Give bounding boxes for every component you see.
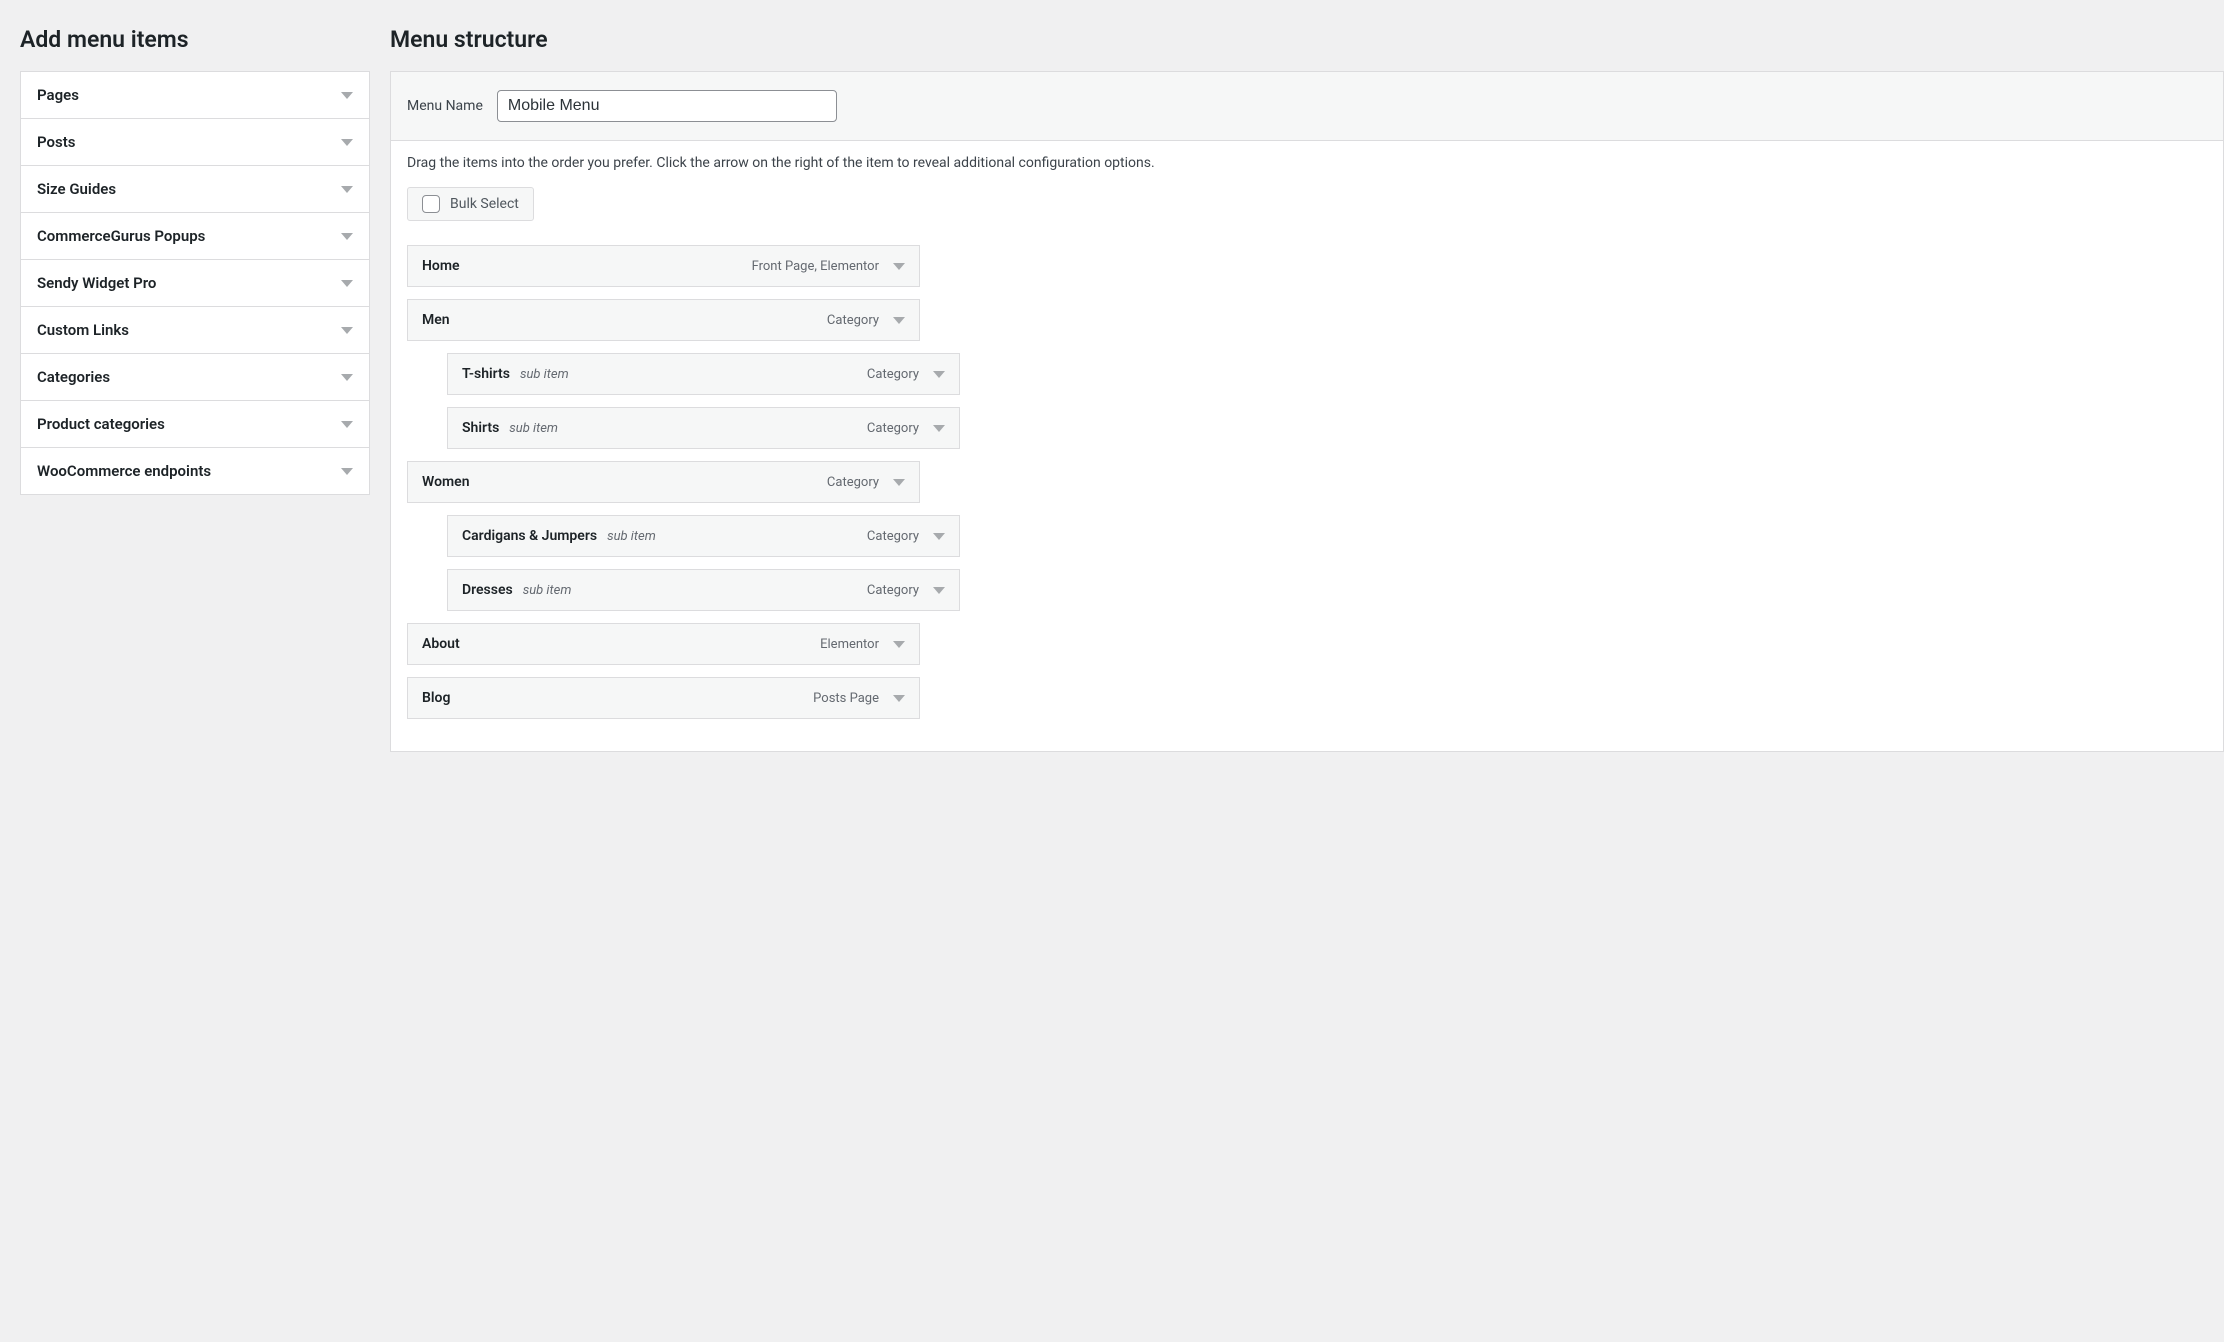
bulk-select-toggle[interactable]: Bulk Select	[407, 187, 534, 221]
menu-item[interactable]: Women Category	[407, 461, 920, 503]
bulk-select-checkbox[interactable]	[422, 195, 440, 213]
sub-item-label: sub item	[607, 529, 656, 544]
menu-item-left: Dresses sub item	[462, 582, 571, 598]
chevron-down-icon	[341, 280, 353, 287]
menu-item-type: Category	[867, 367, 919, 382]
accordion-item[interactable]: Categories	[21, 354, 369, 401]
accordion-item-label: Product categories	[37, 415, 165, 433]
menu-name-label: Menu Name	[407, 98, 483, 114]
menu-item-type: Front Page, Elementor	[752, 259, 879, 274]
menu-item-left: Home	[422, 258, 460, 274]
chevron-down-icon[interactable]	[893, 641, 905, 648]
bulk-select-label: Bulk Select	[450, 196, 519, 212]
menu-item-title: Shirts	[462, 420, 499, 436]
menu-item-type: Category	[867, 583, 919, 598]
accordion-item-label: Posts	[37, 133, 75, 151]
accordion-item-label: CommerceGurus Popups	[37, 227, 205, 245]
menu-item-type: Category	[867, 529, 919, 544]
accordion-item-label: Categories	[37, 368, 110, 386]
menu-item-left: Cardigans & Jumpers sub item	[462, 528, 656, 544]
menu-item[interactable]: Men Category	[407, 299, 920, 341]
chevron-down-icon	[341, 421, 353, 428]
menu-item-right: Category	[867, 367, 945, 382]
menu-item-title: Cardigans & Jumpers	[462, 528, 597, 544]
menu-item-title: Home	[422, 258, 460, 274]
menu-item-left: T-shirts sub item	[462, 366, 569, 382]
chevron-down-icon[interactable]	[893, 479, 905, 486]
menu-item-title: Dresses	[462, 582, 513, 598]
menu-item[interactable]: T-shirts sub item Category	[447, 353, 960, 395]
menu-item-right: Elementor	[820, 637, 905, 652]
menu-name-input[interactable]	[497, 90, 837, 122]
chevron-down-icon	[341, 233, 353, 240]
menu-item-type: Posts Page	[813, 691, 879, 706]
menu-item[interactable]: Cardigans & Jumpers sub item Category	[447, 515, 960, 557]
instructions-text: Drag the items into the order you prefer…	[407, 155, 2207, 171]
add-items-heading: Add menu items	[20, 26, 370, 53]
chevron-down-icon	[341, 374, 353, 381]
menu-item-right: Posts Page	[813, 691, 905, 706]
menu-item-title: About	[422, 636, 460, 652]
chevron-down-icon[interactable]	[893, 695, 905, 702]
accordion-item-label: Sendy Widget Pro	[37, 274, 156, 292]
menu-item-left: Blog	[422, 690, 450, 706]
chevron-down-icon	[341, 139, 353, 146]
accordion-item-label: Custom Links	[37, 321, 129, 339]
menu-item-left: Men	[422, 312, 450, 328]
menu-item-right: Category	[867, 529, 945, 544]
menu-structure-heading: Menu structure	[390, 26, 2224, 53]
accordion-item[interactable]: Posts	[21, 119, 369, 166]
accordion-item[interactable]: WooCommerce endpoints	[21, 448, 369, 494]
menu-tree: HomeFront Page, ElementorMenCategoryT-sh…	[407, 245, 967, 719]
chevron-down-icon[interactable]	[933, 587, 945, 594]
accordion-item[interactable]: Product categories	[21, 401, 369, 448]
menu-item-title: Men	[422, 312, 450, 328]
accordion-item[interactable]: Custom Links	[21, 307, 369, 354]
accordion-item[interactable]: Size Guides	[21, 166, 369, 213]
sub-item-label: sub item	[509, 421, 558, 436]
menu-item-title: Women	[422, 474, 470, 490]
menu-item-right: Category	[867, 421, 945, 436]
menu-item-left: Shirts sub item	[462, 420, 558, 436]
menu-item-left: Women	[422, 474, 470, 490]
accordion-item[interactable]: Pages	[21, 72, 369, 119]
menu-structure-panel: Menu Name Drag the items into the order …	[390, 71, 2224, 752]
sub-item-label: sub item	[520, 367, 569, 382]
sub-item-label: sub item	[523, 583, 572, 598]
chevron-down-icon	[341, 186, 353, 193]
chevron-down-icon[interactable]	[933, 371, 945, 378]
menu-item-right: Category	[827, 475, 905, 490]
menu-item[interactable]: Dresses sub item Category	[447, 569, 960, 611]
menu-item-right: Front Page, Elementor	[752, 259, 905, 274]
chevron-down-icon	[341, 327, 353, 334]
menu-item-title: Blog	[422, 690, 450, 706]
menu-item-type: Category	[827, 313, 879, 328]
menu-item[interactable]: Home Front Page, Elementor	[407, 245, 920, 287]
chevron-down-icon[interactable]	[893, 317, 905, 324]
accordion-item[interactable]: CommerceGurus Popups	[21, 213, 369, 260]
menu-structure-header: Menu Name	[391, 72, 2223, 141]
menu-item[interactable]: About Elementor	[407, 623, 920, 665]
menu-item[interactable]: Blog Posts Page	[407, 677, 920, 719]
add-items-accordion: Pages Posts Size Guides CommerceGurus Popup…	[20, 71, 370, 495]
menu-item-right: Category	[827, 313, 905, 328]
chevron-down-icon	[341, 468, 353, 475]
menu-item-type: Category	[827, 475, 879, 490]
menu-item-type: Category	[867, 421, 919, 436]
menu-item[interactable]: Shirts sub item Category	[447, 407, 960, 449]
accordion-item-label: Size Guides	[37, 180, 116, 198]
accordion-item[interactable]: Sendy Widget Pro	[21, 260, 369, 307]
menu-item-right: Category	[867, 583, 945, 598]
menu-item-type: Elementor	[820, 637, 879, 652]
accordion-item-label: WooCommerce endpoints	[37, 462, 211, 480]
chevron-down-icon[interactable]	[933, 533, 945, 540]
menu-item-title: T-shirts	[462, 366, 510, 382]
menu-item-left: About	[422, 636, 460, 652]
chevron-down-icon[interactable]	[893, 263, 905, 270]
accordion-item-label: Pages	[37, 86, 79, 104]
chevron-down-icon[interactable]	[933, 425, 945, 432]
chevron-down-icon	[341, 92, 353, 99]
